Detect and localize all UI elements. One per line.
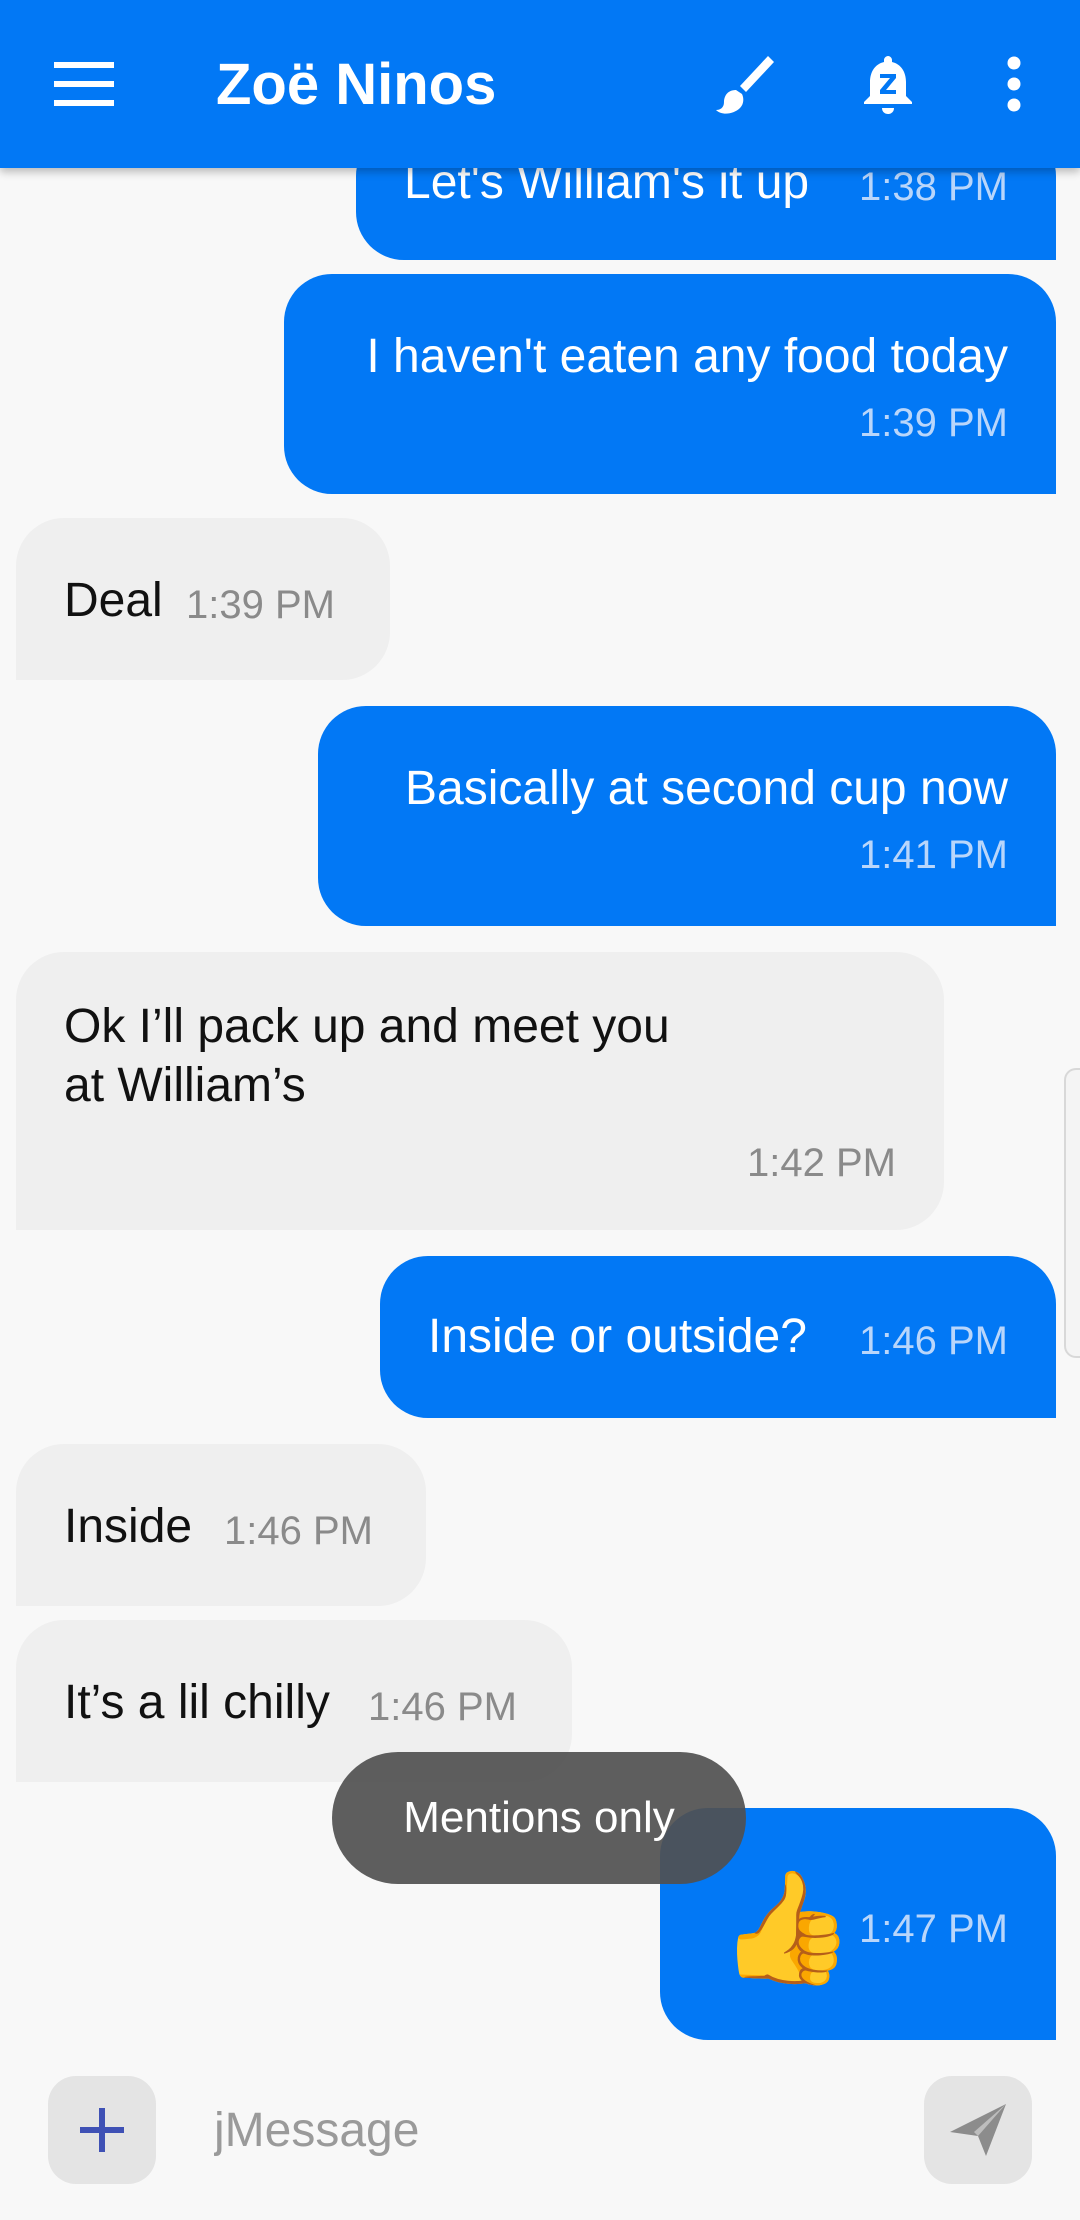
app-bar: Zoë Ninos xyxy=(0,0,1080,168)
incoming-message[interactable]: Inside 1:46 PM xyxy=(16,1444,426,1606)
brush-icon xyxy=(716,56,774,114)
more-options-button[interactable] xyxy=(970,40,1058,128)
compose-bar xyxy=(0,2060,1080,2220)
send-icon xyxy=(950,2104,1006,2156)
theme-button[interactable] xyxy=(700,40,788,128)
message-text-line-2: at William’s xyxy=(64,1059,306,1112)
send-button[interactable] xyxy=(924,2076,1032,2184)
notifications-button[interactable] xyxy=(844,40,932,128)
message-text: Deal xyxy=(64,574,163,627)
incoming-message[interactable]: Ok I’ll pack up and meet you at William’… xyxy=(16,952,944,1230)
message-timestamp: 1:46 PM xyxy=(368,1685,517,1729)
outgoing-message[interactable]: I haven't eaten any food today 1:39 PM xyxy=(284,274,1056,494)
message-text-line-1: Ok I’ll pack up and meet you xyxy=(64,1000,670,1053)
conversation-title: Zoë Ninos xyxy=(216,52,497,117)
message-text: I haven't eaten any food today xyxy=(366,330,1008,383)
message-timestamp: 1:46 PM xyxy=(859,1319,1008,1363)
message-text: Inside or outside? xyxy=(428,1310,807,1363)
more-vert-icon xyxy=(1007,56,1021,112)
attach-button[interactable] xyxy=(48,2076,156,2184)
thumbs-up-emoji: 👍 xyxy=(718,1866,855,1989)
message-text: It’s a lil chilly xyxy=(64,1676,330,1729)
message-list[interactable]: Let's William's it up 1:38 PM I haven't … xyxy=(0,0,1080,2060)
outgoing-message[interactable]: Basically at second cup now 1:41 PM xyxy=(318,706,1056,926)
fast-scroll-handle[interactable] xyxy=(1064,1068,1080,1358)
plus-icon xyxy=(80,2108,124,2152)
toast-notification: Mentions only xyxy=(332,1752,746,1884)
message-timestamp: 1:47 PM xyxy=(859,1907,1008,1951)
message-timestamp: 1:39 PM xyxy=(859,401,1008,445)
message-timestamp: 1:46 PM xyxy=(224,1509,373,1553)
message-input[interactable] xyxy=(214,2088,894,2172)
message-text: Basically at second cup now xyxy=(405,762,1008,815)
message-timestamp: 1:42 PM xyxy=(747,1141,896,1185)
menu-button[interactable] xyxy=(40,40,128,128)
notification-snooze-icon xyxy=(864,56,912,114)
message-text: Inside xyxy=(64,1500,193,1553)
menu-icon xyxy=(54,62,114,106)
incoming-message[interactable]: Deal 1:39 PM xyxy=(16,518,390,680)
message-timestamp: 1:39 PM xyxy=(186,583,335,627)
message-timestamp: 1:41 PM xyxy=(859,833,1008,877)
outgoing-message[interactable]: Inside or outside? 1:46 PM xyxy=(380,1256,1056,1418)
